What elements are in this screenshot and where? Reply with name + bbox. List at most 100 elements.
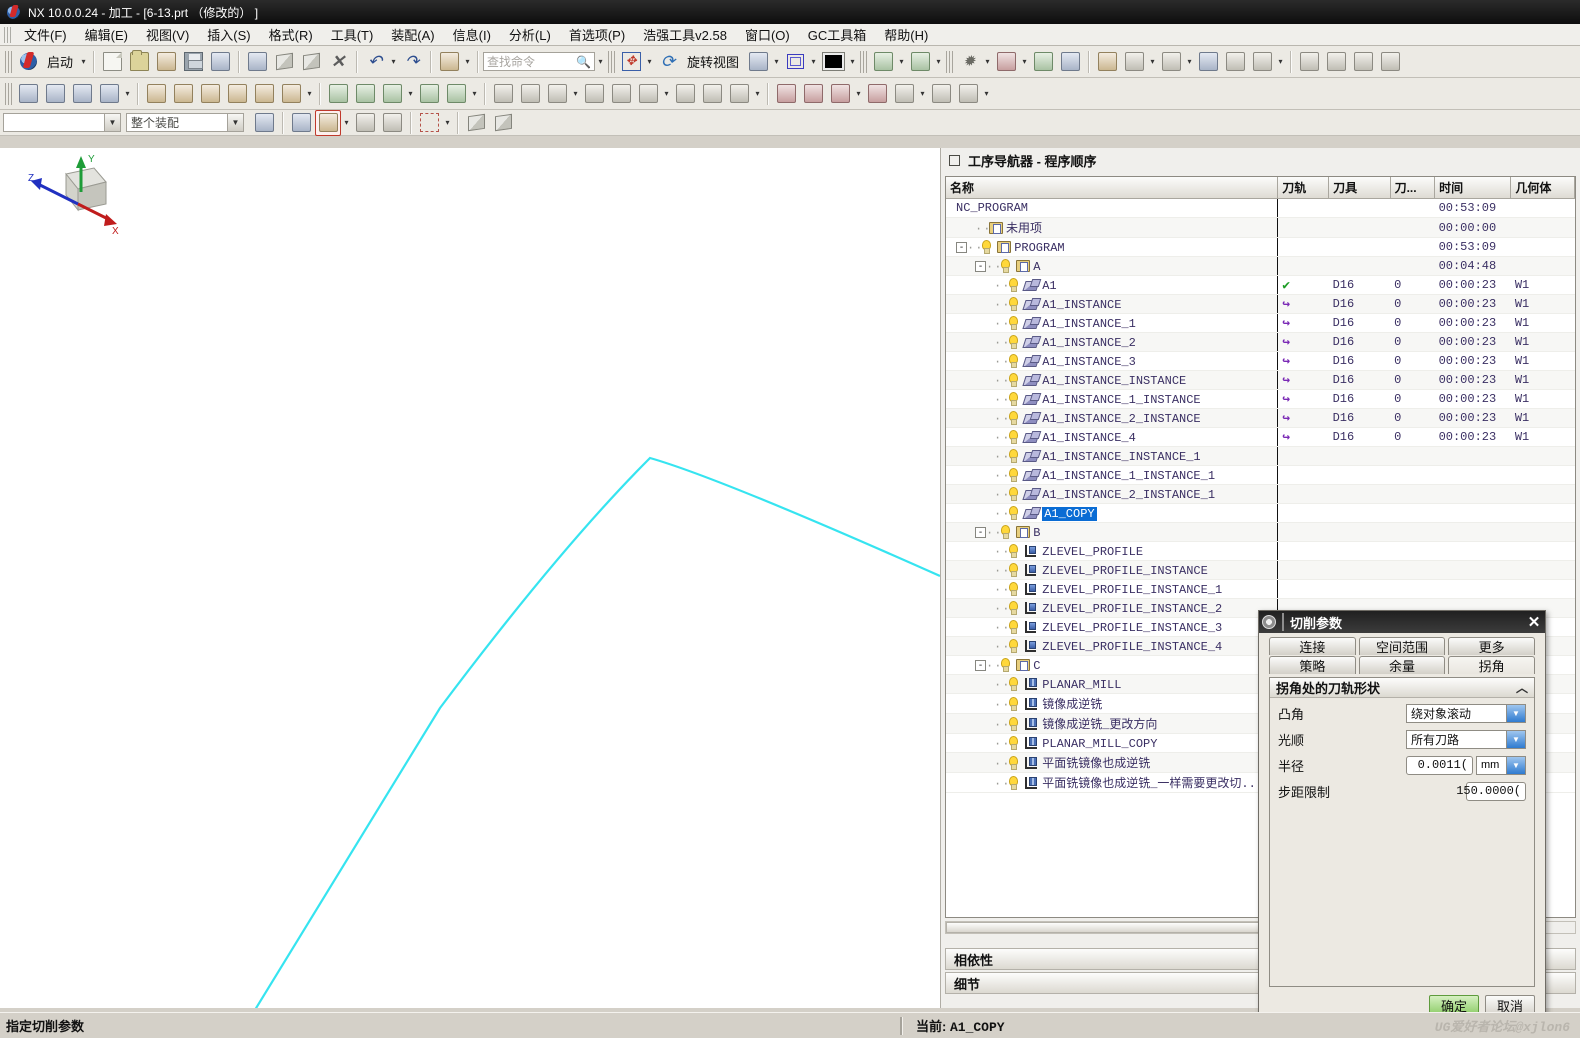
orient-caret-icon[interactable]: ▾ (809, 57, 818, 66)
close-icon[interactable]: ✕ (1523, 612, 1545, 632)
tree-item-name[interactable]: ··· PLANAR_MILL_COPY (946, 733, 1278, 753)
verify-toolpath-icon[interactable] (993, 49, 1019, 75)
tab-stock[interactable]: 余量 (1358, 656, 1446, 674)
background-color-icon[interactable] (819, 49, 847, 75)
rotate-view-label[interactable]: 旋转视图 (682, 52, 744, 71)
menu-tools[interactable]: 工具(T) (322, 23, 383, 46)
fit-caret-icon[interactable]: ▾ (645, 57, 654, 66)
work-part-combo[interactable]: ▼ (3, 113, 121, 132)
toolbar-grip[interactable] (5, 82, 12, 105)
feature-pattern-icon[interactable] (416, 81, 442, 107)
tree-item-name[interactable]: ··· A1_INSTANCE_1_INSTANCE_1 (946, 465, 1278, 485)
background-caret-icon[interactable]: ▾ (848, 57, 857, 66)
menu-information[interactable]: 信息(I) (444, 23, 500, 46)
filter-blue-icon[interactable] (288, 110, 314, 136)
analysis-icon[interactable] (955, 81, 981, 107)
feature-revolve-icon[interactable] (352, 81, 378, 107)
tree-item-name[interactable]: ··· ZLEVEL_PROFILE (946, 541, 1278, 561)
table-row[interactable]: ··· A1 ✔ D16 0 00:00:23 W1 (946, 275, 1575, 295)
chevron-up-icon[interactable]: ︿ (1516, 679, 1528, 696)
smoothing-combo[interactable]: 所有刀路 ▼ (1406, 729, 1526, 749)
create-op-caret-icon[interactable]: ▾ (897, 57, 906, 66)
tree-item-name[interactable]: ··· 镜像成逆铣_更改方向 (946, 713, 1278, 734)
mill-op-1-icon[interactable] (15, 81, 41, 107)
extend-icon[interactable] (1323, 49, 1349, 75)
create-operation-icon[interactable] (870, 49, 896, 75)
cutting-parameters-dialog[interactable]: 切削参数 ✕ 连接 空间范围 更多 策略 余量 拐角 拐角处的刀轨形状 ︿ 凸角 (1258, 610, 1546, 1028)
tree-item-name[interactable]: ··· A1_INSTANCE_2_INSTANCE_1 (946, 484, 1278, 504)
menu-help[interactable]: 帮助(H) (875, 23, 937, 46)
select-feature-icon[interactable] (379, 110, 405, 136)
tree-item-name[interactable]: - ·· PROGRAM (946, 237, 1278, 257)
create-tool-caret-icon[interactable]: ▾ (934, 57, 943, 66)
postprocess-icon[interactable] (1057, 49, 1083, 75)
surface3-caret-icon[interactable]: ▾ (753, 89, 762, 98)
pan-view-icon[interactable] (745, 49, 771, 75)
menu-file[interactable]: 文件(F) (15, 23, 76, 46)
tree-item-name[interactable]: ··· A1_INSTANCE_INSTANCE_1 (946, 446, 1278, 466)
measure-icon[interactable] (928, 81, 954, 107)
edit-op2-caret-icon[interactable]: ▾ (918, 89, 927, 98)
shop-doc-icon[interactable] (1094, 49, 1120, 75)
table-row[interactable]: ··· A1_INSTANCE_2_INSTANCE ↪ D16 0 00:00:23 W… (946, 408, 1575, 428)
tree-expander[interactable]: - (975, 659, 986, 671)
table-row[interactable]: ··· A1_COPY (946, 503, 1575, 523)
start-label[interactable]: 启动 (42, 52, 78, 71)
orient-view-icon[interactable] (782, 49, 808, 75)
filter-caret-icon[interactable]: ▾ (342, 118, 351, 127)
menubar-grip[interactable] (4, 26, 13, 43)
surface-7-icon[interactable] (672, 81, 698, 107)
menu-view[interactable]: 视图(V) (137, 23, 198, 46)
solid-body-select-icon[interactable] (463, 110, 489, 136)
mill-op-caret-icon[interactable]: ▾ (123, 89, 132, 98)
tree-item-name[interactable]: - ·· A (946, 256, 1278, 276)
col-header-toolnum[interactable]: 刀... (1390, 177, 1436, 199)
table-row[interactable]: ··· A1_INSTANCE_4 ↪ D16 0 00:00:23 W1 (946, 427, 1575, 447)
tree-item-name[interactable]: ··· ZLEVEL_PROFILE_INSTANCE (946, 560, 1278, 580)
tree-item-name[interactable]: ··· 平面铣镜像也成逆铣_一样需要更改切... (946, 772, 1278, 793)
table-row[interactable]: ··· A1_INSTANCE_INSTANCE_1 (946, 446, 1575, 466)
curve-caret-icon[interactable]: ▾ (305, 89, 314, 98)
feature-shell-icon[interactable] (443, 81, 469, 107)
filter-yellow-active-icon[interactable] (315, 109, 341, 136)
tree-item-name[interactable]: ··· ZLEVEL_PROFILE_INSTANCE_1 (946, 579, 1278, 599)
layer-visible-icon[interactable] (298, 49, 324, 75)
delete-icon[interactable]: ✕ (325, 49, 351, 75)
chevron-down-icon[interactable]: ▼ (1506, 730, 1525, 748)
machine-caret-icon[interactable]: ▾ (1148, 57, 1157, 66)
tree-expander[interactable]: - (956, 241, 967, 253)
machine-icon[interactable] (1121, 49, 1147, 75)
table-row[interactable]: ··· A1_INSTANCE_2_INSTANCE_1 (946, 484, 1575, 504)
start-caret-icon[interactable]: ▾ (79, 57, 88, 66)
menu-window[interactable]: 窗口(O) (736, 23, 799, 46)
search-caret-icon[interactable]: ▾ (596, 57, 605, 66)
menu-edit[interactable]: 编辑(E) (76, 23, 137, 46)
dialog-titlebar[interactable]: 切削参数 ✕ (1259, 611, 1545, 633)
edit-op-4-icon[interactable] (864, 81, 890, 107)
curve-rect-icon[interactable] (278, 81, 304, 107)
table-row[interactable]: NC_PROGRAM 00:53:09 (946, 198, 1575, 218)
search-input[interactable]: 查找命令 (487, 53, 535, 70)
tree-item-name[interactable]: ··· A1 (946, 275, 1278, 295)
mill-op-2-icon[interactable] (42, 81, 68, 107)
measure-caret-icon[interactable]: ▾ (982, 89, 991, 98)
tree-item-name[interactable]: ··· A1_INSTANCE_1_INSTANCE (946, 389, 1278, 409)
rectangle-select-icon[interactable] (416, 110, 442, 136)
edit-op-1-icon[interactable] (773, 81, 799, 107)
rotate-view-icon[interactable]: ⟳ (655, 49, 681, 75)
feature-caret-icon[interactable]: ▾ (406, 89, 415, 98)
trim-icon[interactable] (1296, 49, 1322, 75)
assembly-load-icon[interactable] (153, 49, 179, 75)
edit-op-2-icon[interactable] (800, 81, 826, 107)
tree-item-name[interactable]: ··· ZLEVEL_PROFILE_INSTANCE_2 (946, 598, 1278, 618)
curve-line-icon[interactable] (143, 81, 169, 107)
toolbar-grip[interactable] (860, 50, 868, 73)
col-header-tool[interactable]: 刀具 (1328, 177, 1391, 199)
weld-caret-icon[interactable]: ▾ (1276, 57, 1285, 66)
undo-caret-icon[interactable]: ▾ (389, 57, 398, 66)
open-file-icon[interactable] (126, 49, 152, 75)
col-header-name[interactable]: 名称 (946, 177, 1279, 199)
pan-caret-icon[interactable]: ▾ (772, 57, 781, 66)
feature2-caret-icon[interactable]: ▾ (470, 89, 479, 98)
save-as-icon[interactable] (207, 49, 233, 75)
